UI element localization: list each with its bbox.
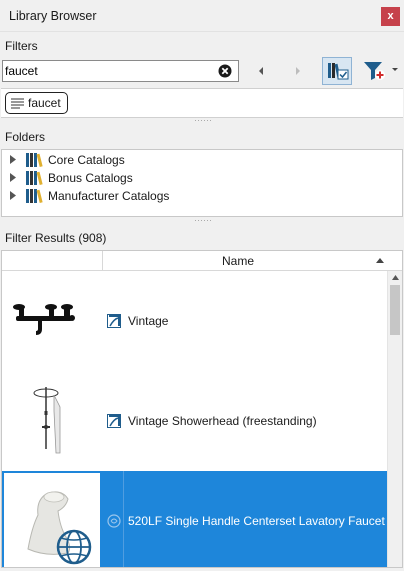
family-type-icon [107, 314, 121, 328]
folder-item-manufacturer-catalogs[interactable]: Manufacturer Catalogs [2, 187, 402, 205]
lavatory-faucet-thumbnail [27, 491, 92, 565]
showerhead-thumbnail [33, 387, 61, 454]
add-filter-button[interactable] [361, 58, 401, 84]
folder-label: Core Catalogs [48, 153, 125, 167]
clear-search-icon[interactable] [218, 64, 232, 78]
folders-label: Folders [5, 130, 46, 144]
expand-arrow-icon[interactable] [10, 173, 16, 182]
filter-results-label: Filter Results (908) [5, 231, 107, 245]
catalog-books-icon [26, 189, 43, 204]
back-arrow-icon[interactable] [255, 64, 267, 78]
forward-arrow-icon[interactable] [292, 64, 304, 78]
scroll-thumb[interactable] [390, 285, 400, 335]
scroll-up-icon[interactable] [392, 275, 399, 280]
search-input[interactable] [3, 61, 208, 81]
search-field[interactable] [2, 60, 239, 82]
catalog-books-icon [26, 171, 43, 186]
faucet-thumbnail [13, 304, 75, 335]
results-header: Name [2, 251, 402, 271]
result-row-vintage[interactable]: Vintage [2, 271, 387, 371]
folders-tree: Core Catalogs Bonus Catalogs Manufacture… [1, 149, 403, 217]
name-column-header[interactable]: Name [222, 254, 254, 268]
active-tags-area: faucet [1, 88, 403, 118]
folder-item-core-catalogs[interactable]: Core Catalogs [2, 151, 402, 169]
result-row-vintage-showerhead[interactable]: Vintage Showerhead (freestanding) [2, 371, 387, 471]
window-title: Library Browser [9, 9, 97, 23]
expand-arrow-icon[interactable] [10, 191, 16, 200]
tag-chip-label: faucet [28, 96, 61, 110]
text-lines-icon [11, 98, 24, 109]
results-scrollbar[interactable] [387, 271, 402, 567]
catalog-filter-toggle-button[interactable] [322, 57, 352, 85]
catalog-books-check-icon [328, 63, 349, 80]
results-list: Name Vintage Vintage Showerhead (freesta… [1, 250, 403, 568]
expand-arrow-icon[interactable] [10, 155, 16, 164]
sort-ascending-icon[interactable] [376, 258, 384, 263]
folder-label: Bonus Catalogs [48, 171, 133, 185]
folders-resize-grip[interactable] [195, 219, 211, 222]
filters-resize-grip[interactable] [195, 119, 211, 122]
filter-plus-icon [364, 62, 398, 80]
result-name: Vintage [128, 314, 169, 328]
catalog-books-icon [26, 153, 43, 168]
web-content-icon [107, 514, 121, 528]
result-name: 520LF Single Handle Centerset Lavatory F… [128, 514, 385, 528]
selection-divider [123, 471, 124, 567]
result-name: Vintage Showerhead (freestanding) [128, 414, 317, 428]
filters-label: Filters [5, 39, 38, 53]
tag-chip-faucet[interactable]: faucet [5, 92, 68, 114]
title-bar: Library Browser x [0, 0, 404, 32]
column-divider[interactable] [102, 251, 103, 271]
folder-label: Manufacturer Catalogs [48, 189, 170, 203]
folder-item-bonus-catalogs[interactable]: Bonus Catalogs [2, 169, 402, 187]
result-row-520lf-faucet[interactable]: 520LF Single Handle Centerset Lavatory F… [2, 471, 387, 567]
family-type-icon [107, 414, 121, 428]
close-button[interactable]: x [381, 7, 400, 26]
